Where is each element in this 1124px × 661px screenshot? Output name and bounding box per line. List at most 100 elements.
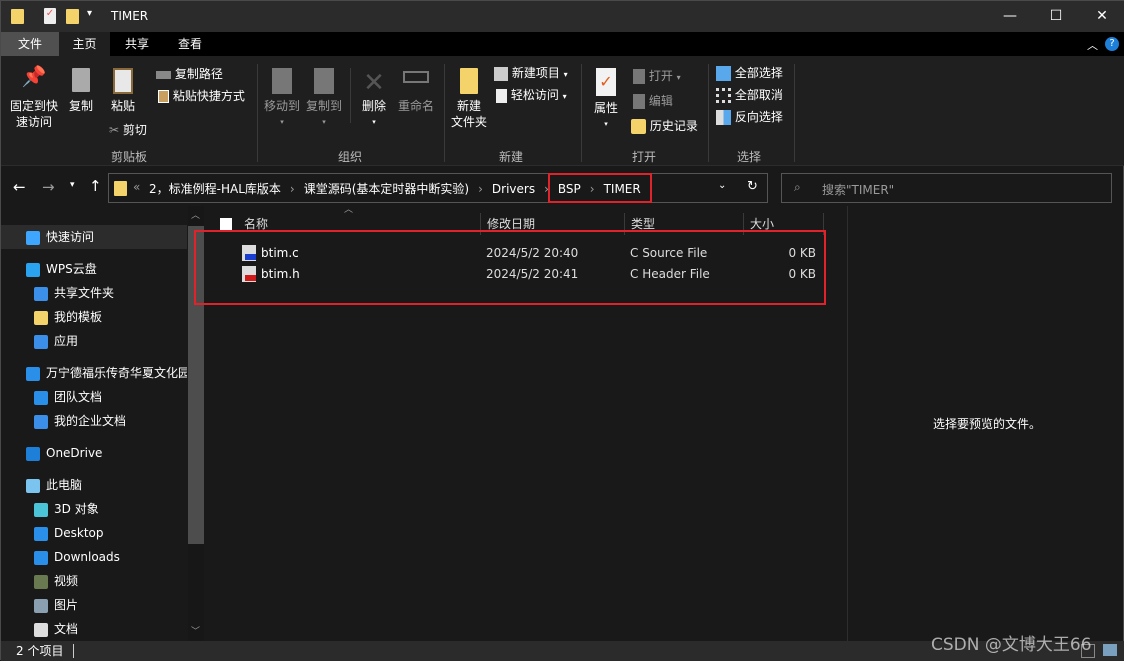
folder-icon [114, 181, 127, 196]
apps-icon [34, 334, 48, 349]
breadcrumb-overflow[interactable]: « [133, 180, 140, 194]
sidebar-item[interactable]: 视频 [1, 569, 187, 593]
move-icon [272, 68, 292, 94]
tab-file[interactable]: 文件 [1, 32, 59, 56]
sidebar-item-label: 团队文档 [54, 390, 103, 404]
delete-button[interactable]: ✕ 删除 ▾ [358, 68, 390, 130]
breadcrumb-item[interactable]: 2，标准例程-HAL库版本 [149, 182, 281, 196]
sidebar-item[interactable]: 3D 对象 [1, 497, 187, 521]
select-all-button[interactable]: 全部选择 [716, 65, 783, 81]
team-docs-icon [34, 390, 48, 405]
sidebar-item[interactable]: 图片 [1, 593, 187, 617]
history-icon [631, 119, 646, 134]
sidebar-item[interactable]: 此电脑 [1, 473, 187, 497]
back-button[interactable]: ← [13, 178, 26, 196]
sidebar-item-label: OneDrive [46, 446, 103, 460]
divider [444, 64, 445, 162]
file-list: ︿ 名称 修改日期 类型 大小 btim.c 2024/5/2 20:40 C … [194, 205, 846, 641]
help-icon[interactable]: ? [1105, 37, 1119, 51]
document-icon [34, 622, 48, 637]
breadcrumb-item[interactable]: Drivers [492, 182, 535, 196]
sidebar-item-label: 图片 [54, 598, 79, 612]
paste-button[interactable]: 粘贴 [107, 68, 139, 114]
ribbon: 📌 固定到快 速访问 复制 粘贴 ✂ 剪切 复制路径 粘贴快捷方式 剪贴板 移动… [1, 56, 1124, 166]
select-none-button[interactable]: 全部取消 [716, 87, 783, 103]
delete-x-icon: ✕ [363, 68, 385, 98]
sidebar-item[interactable]: 快速访问 [1, 225, 187, 249]
copy-icon [72, 68, 90, 92]
highlight-box [548, 173, 652, 203]
copy-to-button[interactable]: 复制到 ▾ [304, 68, 344, 130]
scroll-up-icon[interactable]: ︿ [191, 208, 200, 221]
rename-icon [403, 70, 429, 83]
desktop-icon [34, 526, 48, 541]
customize-toolbar-icon[interactable]: ▾ [87, 8, 92, 19]
ribbon-tabs: 文件 主页 共享 查看 ︿ ? [1, 32, 1124, 56]
sidebar-item[interactable]: 文档 [1, 617, 187, 641]
history-button[interactable]: 历史记录 [631, 118, 698, 134]
new-item-button[interactable]: 新建项目 ▾ [494, 65, 568, 83]
easy-access-button[interactable]: 轻松访问 ▾ [496, 87, 567, 105]
maximize-button[interactable]: ☐ [1033, 1, 1079, 32]
copy-path-button[interactable]: 复制路径 [156, 66, 223, 82]
copy-button[interactable]: 复制 [65, 68, 97, 114]
search-input[interactable]: ⌕ 搜索"TIMER" [781, 173, 1112, 203]
new-folder-quick-icon[interactable] [66, 9, 79, 24]
refresh-icon[interactable]: ↻ [747, 179, 758, 194]
scroll-down-icon[interactable]: ﹀ [191, 624, 200, 637]
sidebar-item[interactable]: 团队文档 [1, 385, 187, 409]
select-all-icon [716, 66, 731, 81]
up-button[interactable]: ↑ [89, 177, 102, 195]
select-none-icon [716, 88, 731, 103]
search-icon: ⌕ [794, 180, 801, 194]
copy-to-icon [314, 68, 334, 94]
edit-button[interactable]: 编辑 [633, 93, 673, 109]
sidebar-item[interactable]: Downloads [1, 545, 187, 569]
properties-icon: ✓ [596, 68, 616, 96]
address-bar[interactable]: « 2，标准例程-HAL库版本 › 课堂源码(基本定时器中断实验) › Drivers ›… [108, 173, 768, 203]
cut-button[interactable]: ✂ 剪切 [109, 122, 147, 138]
window-title: TIMER [111, 9, 149, 23]
sidebar-item-label: 此电脑 [46, 478, 83, 492]
item-count: 2 个项目 [16, 644, 64, 658]
group-label-new: 新建 [499, 150, 524, 164]
cloud-icon [26, 262, 40, 277]
open-button[interactable]: 打开 ▾ [633, 68, 681, 86]
pin-quick-access-button[interactable]: 📌 固定到快 速访问 [7, 66, 61, 130]
close-button[interactable]: ✕ [1079, 1, 1124, 32]
properties-quick-icon[interactable]: ✓ [44, 8, 56, 24]
sidebar-item[interactable]: 共享文件夹 [1, 281, 187, 305]
move-to-button[interactable]: 移动到 ▾ [262, 68, 302, 130]
properties-button[interactable]: ✓ 属性 ▾ [589, 68, 623, 132]
sidebar-item[interactable]: 万宁德福乐传奇华夏文化园 [1, 361, 187, 385]
forward-button[interactable]: → [42, 178, 55, 196]
minimize-button[interactable]: — [987, 1, 1033, 32]
sidebar-item[interactable]: WPS云盘 [1, 257, 187, 281]
select-all-checkbox[interactable] [220, 218, 232, 230]
sidebar-item-label: 3D 对象 [54, 502, 99, 516]
sidebar-item[interactable]: 应用 [1, 329, 187, 353]
folder-icon [34, 310, 48, 325]
tab-share[interactable]: 共享 [111, 32, 163, 56]
breadcrumb-item[interactable]: 课堂源码(基本定时器中断实验) [304, 182, 469, 196]
address-dropdown-icon[interactable]: ⌄ [718, 180, 726, 191]
sidebar-item-label: 共享文件夹 [54, 286, 115, 300]
sidebar-item[interactable]: 我的模板 [1, 305, 187, 329]
sidebar-item-label: 快速访问 [46, 230, 95, 244]
sidebar-item[interactable]: 我的企业文档 [1, 409, 187, 433]
new-folder-button[interactable]: 新建 文件夹 [449, 68, 489, 130]
clipboard-icon [113, 68, 133, 94]
sidebar-item[interactable]: OneDrive [1, 441, 187, 465]
tab-home[interactable]: 主页 [59, 32, 110, 56]
collapse-ribbon-icon[interactable]: ︿ [1087, 37, 1098, 53]
invert-selection-button[interactable]: 反向选择 [716, 109, 783, 125]
large-icons-view-button[interactable] [1103, 644, 1117, 656]
paste-shortcut-button[interactable]: 粘贴快捷方式 [158, 88, 245, 104]
sidebar-item[interactable]: Desktop [1, 521, 187, 545]
tab-view[interactable]: 查看 [164, 32, 216, 56]
sidebar-item-label: 应用 [54, 334, 79, 348]
divider [708, 64, 709, 162]
rename-button[interactable]: 重命名 [396, 68, 436, 114]
recent-locations-button[interactable]: ▾ [70, 180, 75, 190]
watermark: CSDN @文博大王66 [931, 635, 1092, 655]
